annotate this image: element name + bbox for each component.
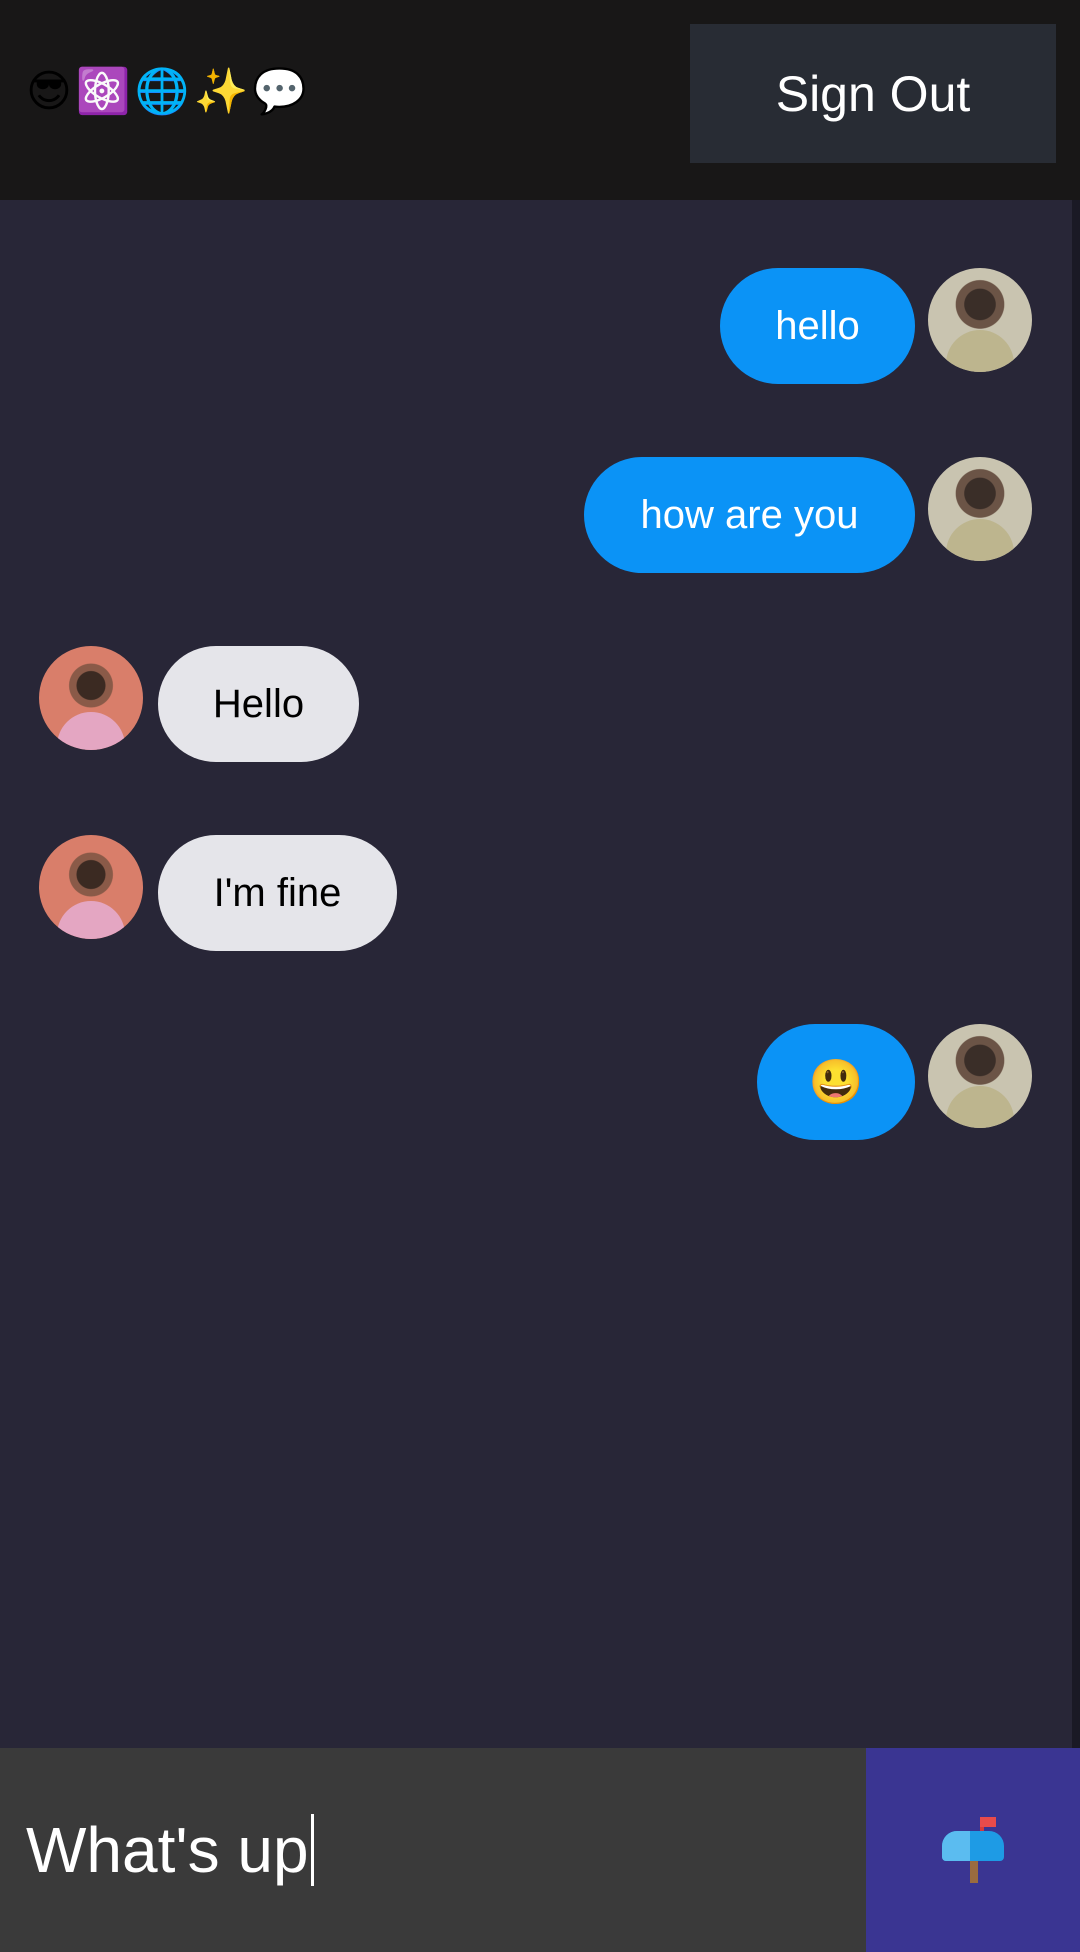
speech-bubble-emoji-icon: 💬 <box>252 66 308 117</box>
friend-avatar <box>39 835 143 939</box>
text-caret <box>310 1814 314 1886</box>
mailbox-icon <box>942 1817 1004 1883</box>
message-bubble: how are you <box>584 457 915 573</box>
send-button[interactable] <box>866 1748 1080 1952</box>
user-avatar <box>928 1024 1032 1128</box>
message-item: I'm fine <box>0 835 1072 951</box>
app-logo: 😎 ⚛️ 🌐 ✨ 💬 <box>26 66 307 118</box>
header: 😎 ⚛️ 🌐 ✨ 💬 Sign Out <box>0 0 1080 200</box>
chat-app: 😎 ⚛️ 🌐 ✨ 💬 Sign Out hello how are you He… <box>0 0 1080 1952</box>
message-bubble: 😃 <box>757 1024 915 1140</box>
message-list[interactable]: hello how are you Hello I'm fine 😃 <box>0 200 1072 1748</box>
message-bubble: hello <box>720 268 915 384</box>
message-list-scrollbar[interactable] <box>1072 200 1080 1748</box>
user-avatar <box>928 268 1032 372</box>
sparkles-emoji-icon: ✨ <box>193 66 249 117</box>
message-bubble: I'm fine <box>158 835 397 951</box>
message-item: how are you <box>0 457 1072 573</box>
message-input-text: What's up <box>26 1814 309 1886</box>
message-item: Hello <box>0 646 1072 762</box>
composer: What's up <box>0 1748 1080 1952</box>
user-avatar <box>928 457 1032 561</box>
message-input[interactable]: What's up <box>0 1748 866 1952</box>
friend-avatar <box>39 646 143 750</box>
sign-out-button[interactable]: Sign Out <box>690 24 1056 163</box>
message-item: 😃 <box>0 1024 1072 1140</box>
globe-emoji-icon: 🌐 <box>134 66 190 117</box>
message-item: hello <box>0 268 1072 384</box>
message-bubble: Hello <box>158 646 359 762</box>
atom-emoji-icon: ⚛️ <box>75 66 131 117</box>
sunglasses-emoji-icon: 😎 <box>26 66 72 117</box>
